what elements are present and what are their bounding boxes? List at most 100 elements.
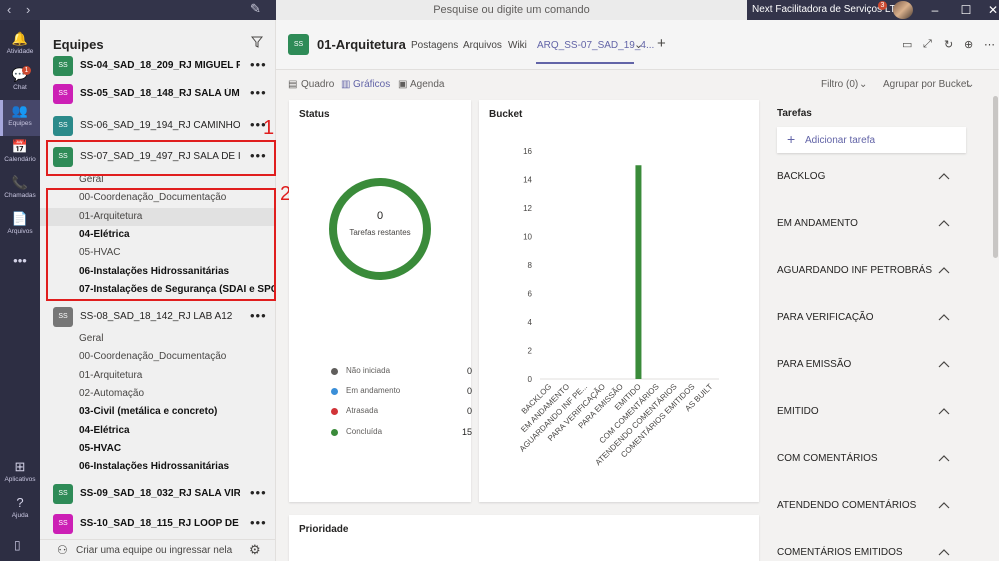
team-row-ss10[interactable]: SS SS-10_SAD_18_115_RJ LOOP DE TE... ••• xyxy=(40,512,275,536)
chevron-up-icon[interactable] xyxy=(937,545,951,559)
mobile-icon[interactable]: ▯ xyxy=(14,538,21,552)
more-options-icon[interactable]: ••• xyxy=(250,485,267,500)
channel-item[interactable]: 03-Civil (metálica e concreto) xyxy=(79,406,217,417)
channel-item[interactable]: 04-Elétrica xyxy=(79,425,130,436)
globe-icon[interactable]: ⊕ xyxy=(964,38,973,51)
rail-item-1[interactable]: 💬 Chat 1 xyxy=(0,64,40,100)
tab-wiki[interactable]: Wiki xyxy=(508,40,527,51)
chevron-up-icon[interactable] xyxy=(937,451,951,465)
chevron-up-icon[interactable] xyxy=(937,216,951,230)
group-by-button[interactable]: Agrupar por Bucket xyxy=(883,79,969,90)
add-task-button[interactable]: + Adicionar tarefa xyxy=(777,127,966,153)
more-options-icon[interactable]: ••• xyxy=(250,85,267,100)
title-bar: ‹ › ✎ Pesquise ou digite um comando Next… xyxy=(0,0,999,20)
legend-dot xyxy=(331,388,338,395)
search-input[interactable]: Pesquise ou digite um comando xyxy=(276,0,747,20)
rail-label: Ajuda xyxy=(11,512,29,519)
bucket-name: PARA EMISSÃO xyxy=(777,359,852,370)
chevron-down-icon[interactable]: ⌄ xyxy=(966,79,974,90)
bucket-row[interactable]: COM COMENTÁRIOS xyxy=(777,451,977,467)
status-title: Status xyxy=(299,109,330,120)
rail-label: Chat xyxy=(13,84,27,91)
legend-label: Em andamento xyxy=(346,386,401,395)
chevron-up-icon[interactable] xyxy=(937,310,951,324)
more-options-icon[interactable]: ••• xyxy=(250,515,267,530)
rail-item-2[interactable]: 👥 Equipes xyxy=(0,100,40,136)
bucket-row[interactable]: ATENDENDO COMENTÁRIOS xyxy=(777,498,977,514)
legend-row: Atrasada 0 xyxy=(331,405,472,419)
legend-dot xyxy=(331,429,338,436)
chevron-up-icon[interactable] xyxy=(937,498,951,512)
chevron-up-icon[interactable] xyxy=(937,404,951,418)
tab-postagens[interactable]: Postagens xyxy=(411,40,458,51)
team-row-ss06[interactable]: SS SS-06_SAD_19_194_RJ CAMINHO EST... ••… xyxy=(40,114,275,138)
view-quadro[interactable]: Quadro xyxy=(301,79,334,90)
y-tick-label: 10 xyxy=(523,233,532,242)
add-tab-icon[interactable]: + xyxy=(657,35,666,52)
bucket-row[interactable]: PARA EMISSÃO xyxy=(777,357,977,373)
filter-icon[interactable] xyxy=(251,36,263,48)
channel-item[interactable]: 06-Instalações Hidrossanitárias xyxy=(79,461,229,472)
minimize-icon[interactable]: – xyxy=(921,0,949,20)
more-icon[interactable]: ⋯ xyxy=(984,38,995,51)
create-team-bar[interactable]: ⚇ Criar uma equipe ou ingressar nela ⚙ xyxy=(40,539,275,561)
channel-item[interactable]: 02-Automação xyxy=(79,388,144,399)
back-arrow-icon[interactable]: ‹ xyxy=(7,2,11,17)
filter-button[interactable]: Filtro (0) xyxy=(821,79,858,90)
bucket-row[interactable]: AGUARDANDO INF PETROBRÁS xyxy=(777,263,977,279)
rail-item-3[interactable]: 📅 Calendário xyxy=(0,136,40,172)
rail-item-7[interactable]: ⊞ Aplicativos xyxy=(0,456,40,492)
team-row-ss08[interactable]: SS SS-08_SAD_18_142_RJ LAB A12 ••• xyxy=(40,305,275,329)
rail-item-6[interactable]: ••• xyxy=(0,250,40,286)
more-options-icon[interactable]: ••• xyxy=(250,308,267,323)
view-graficos[interactable]: Gráficos xyxy=(353,79,390,90)
forward-arrow-icon[interactable]: › xyxy=(26,2,30,17)
chevron-up-icon[interactable] xyxy=(937,263,951,277)
team-row-ss04[interactable]: SS SS-04_SAD_18_209_RJ MIGUEL PERI... ••… xyxy=(40,54,275,78)
rail-item-8[interactable]: ? Ajuda xyxy=(0,492,40,528)
team-row-ss09[interactable]: SS SS-09_SAD_18_032_RJ SALA VIRTUAL ••• xyxy=(40,482,275,506)
rail-item-5[interactable]: 📄 Arquivos xyxy=(0,208,40,244)
y-tick-label: 4 xyxy=(528,318,533,327)
team-row-ss05[interactable]: SS SS-05_SAD_18_148_RJ SALA ÚMIDA ••• xyxy=(40,82,275,106)
channel-item[interactable]: Geral xyxy=(79,333,103,344)
rail-item-0[interactable]: 🔔 Atividade xyxy=(0,28,40,64)
tab-arquivos[interactable]: Arquivos xyxy=(463,40,502,51)
legend-row: Não iniciada 0 xyxy=(331,365,472,379)
calendar-icon: 📅 xyxy=(11,139,29,154)
status-card: Status 0 Tarefas restantes Não iniciada 0… xyxy=(289,100,472,502)
bucket-row[interactable]: COMENTÁRIOS EMITIDOS xyxy=(777,545,977,561)
view-agenda[interactable]: Agenda xyxy=(410,79,444,90)
avatar[interactable] xyxy=(893,1,913,19)
y-tick-label: 0 xyxy=(528,375,533,384)
maximize-icon[interactable]: ☐ xyxy=(952,0,980,20)
compose-icon[interactable]: ✎ xyxy=(250,1,261,17)
channel-item[interactable]: 05-HVAC xyxy=(79,443,121,454)
chevron-up-icon[interactable] xyxy=(937,357,951,371)
scrollbar[interactable] xyxy=(993,96,998,258)
channel-item[interactable]: 00-Coordenação_Documentação xyxy=(79,351,226,362)
bucket-row[interactable]: EM ANDAMENTO xyxy=(777,216,977,232)
rail-label: Equipes xyxy=(8,120,32,127)
chevron-down-icon[interactable]: ⌄ xyxy=(859,79,867,90)
create-team-link[interactable]: Criar uma equipe ou ingressar nela xyxy=(76,545,232,556)
add-team-icon[interactable]: ⚇ xyxy=(57,543,68,557)
more-options-icon[interactable]: ••• xyxy=(250,57,267,72)
rail-item-4[interactable]: 📞 Chamadas xyxy=(0,172,40,208)
close-icon[interactable]: ✕ xyxy=(979,0,999,20)
bucket-row[interactable]: PARA VERIFICAÇÃO xyxy=(777,310,977,326)
gear-icon[interactable]: ⚙ xyxy=(249,542,261,558)
chevron-down-icon[interactable]: ⌄ xyxy=(634,38,643,51)
bar[interactable] xyxy=(635,165,642,379)
channel-item[interactable]: 01-Arquitetura xyxy=(79,370,142,381)
bucket-name: EMITIDO xyxy=(777,406,819,417)
refresh-icon[interactable]: ↻ xyxy=(944,38,953,51)
team-tile: SS xyxy=(53,56,73,76)
y-tick-label: 6 xyxy=(528,290,533,299)
chevron-up-icon[interactable] xyxy=(937,169,951,183)
bucket-row[interactable]: BACKLOG xyxy=(777,169,977,185)
expand-icon[interactable]: ⤢ xyxy=(923,38,932,51)
bucket-row[interactable]: EMITIDO xyxy=(777,404,977,420)
legend-value: 0 xyxy=(466,366,472,376)
conversation-icon[interactable]: ▭ xyxy=(902,38,912,51)
